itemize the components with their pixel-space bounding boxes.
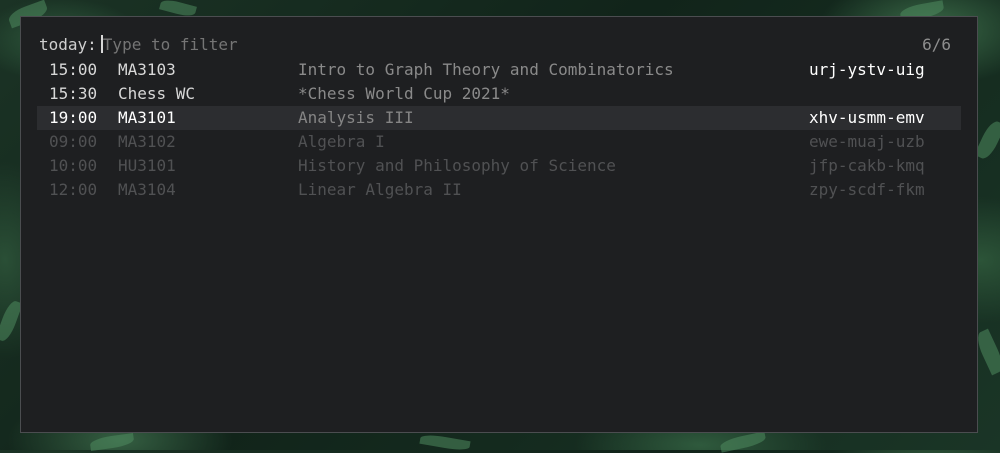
item-title: History and Philosophy of Science [298,156,616,175]
list-item[interactable]: 12:00 MA3104 Linear Algebra II zpy-scdf-… [37,178,961,202]
background-leaf [89,432,135,452]
item-meet-code: xhv-usmm-emv [809,108,925,127]
prompt-label: today: [39,35,97,54]
result-counter: 6/6 [922,35,951,54]
list-item[interactable]: 15:00 MA3103 Intro to Graph Theory and C… [37,58,961,82]
item-title: Intro to Graph Theory and Combinatorics [298,60,674,79]
item-time: 10:00 [49,156,98,175]
item-code: MA3103 [118,60,176,79]
item-time: 15:00 [49,60,98,79]
item-time: 12:00 [49,180,98,199]
item-title: Analysis III [298,108,414,127]
launcher-window: today: 6/6 15:00 MA3103 Intro to Graph T… [20,16,978,433]
list-item[interactable]: 09:00 MA3102 Algebra I ewe-muaj-uzb [37,130,961,154]
item-meet-code: zpy-scdf-fkm [809,180,925,199]
list-item-selected[interactable]: 19:00 MA3101 Analysis III xhv-usmm-emv [37,106,961,130]
item-code: HU3101 [118,156,176,175]
item-title: *Chess World Cup 2021* [298,84,510,103]
item-title: Algebra I [298,132,385,151]
item-code: MA3104 [118,180,176,199]
item-meet-code: urj-ystv-uig [809,60,925,79]
item-meet-code: jfp-cakb-kmq [809,156,925,175]
item-time: 09:00 [49,132,98,151]
meeting-list: 15:00 MA3103 Intro to Graph Theory and C… [37,58,961,202]
background-leaf [719,431,767,453]
item-time: 15:30 [49,84,98,103]
prompt-bar: today: 6/6 [39,34,951,56]
background-leaf [419,432,471,453]
item-code: MA3102 [118,132,176,151]
background-leaf [974,118,1000,162]
item-time: 19:00 [49,108,98,127]
list-item[interactable]: 15:30 Chess WC *Chess World Cup 2021* [37,82,961,106]
item-title: Linear Algebra II [298,180,462,199]
list-item[interactable]: 10:00 HU3101 History and Philosophy of S… [37,154,961,178]
item-code: Chess WC [118,84,196,103]
item-code: MA3101 [118,108,176,127]
item-meet-code: ewe-muaj-uzb [809,132,925,151]
filter-input[interactable] [102,35,403,54]
